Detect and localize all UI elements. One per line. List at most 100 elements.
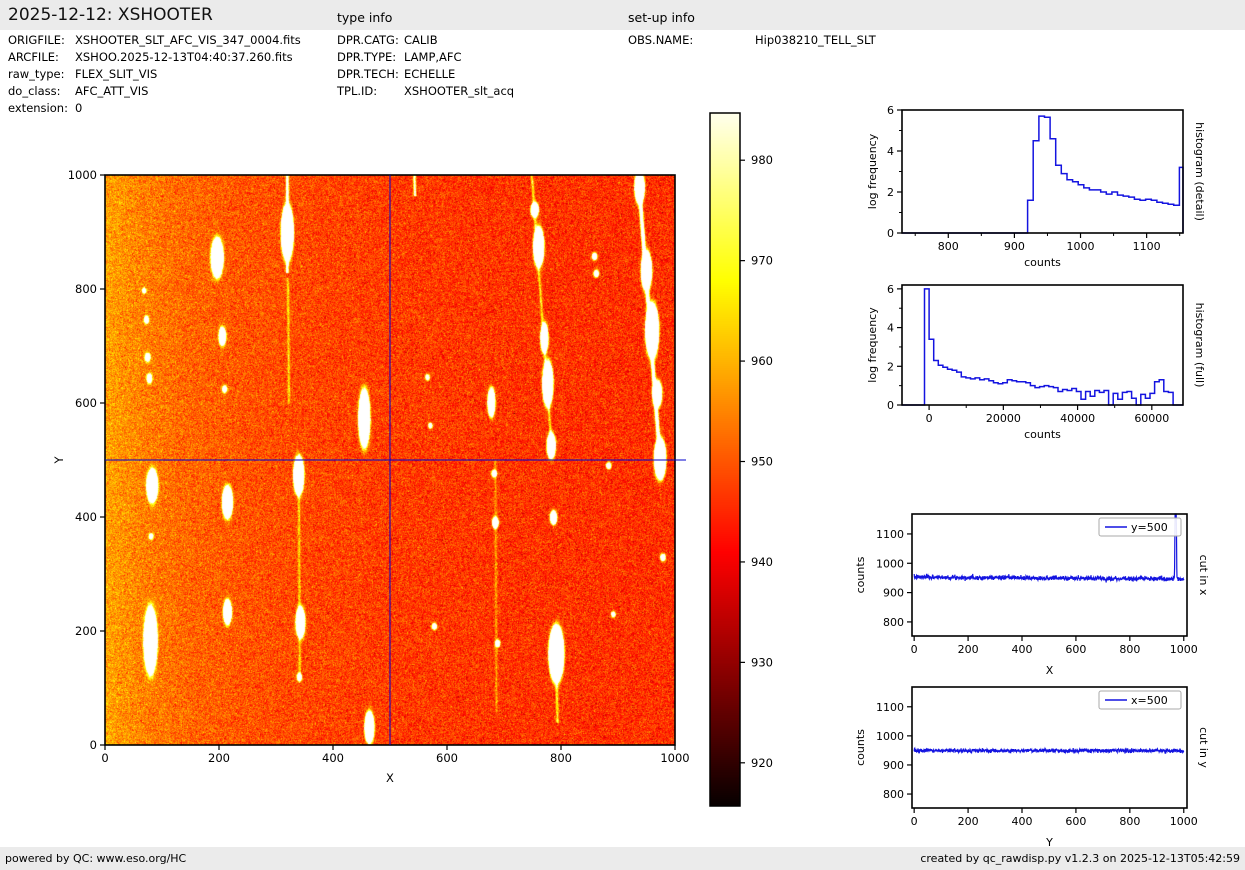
footer-created-by: created by qc_rawdisp.py v1.2.3 on 2025-…: [920, 852, 1240, 865]
x-tick-label: 400: [1012, 815, 1033, 828]
y-tick-label: 800: [883, 616, 904, 629]
axes-frame: [902, 285, 1183, 405]
y-tick-label: 1000: [876, 557, 904, 570]
y-axis-label: log frequency: [866, 133, 879, 209]
y-tick-label: 0: [887, 227, 894, 240]
x-tick-label: 400: [322, 751, 344, 765]
meta-row-dpr-tech: DPR.TECH: ECHELLE: [337, 67, 399, 82]
x-tick-label: 800: [1119, 815, 1140, 828]
hist-full-plot: 02000040000600000246countslog frequencyh…: [866, 283, 1206, 441]
legend-label: x=500: [1131, 694, 1168, 707]
meta-label: DPR.TYPE:: [337, 50, 396, 64]
meta-label: ARCFILE:: [8, 50, 59, 64]
meta-row-dpr-catg: DPR.CATG: CALIB: [337, 33, 399, 48]
page-title: 2025-12-12: XSHOOTER: [8, 5, 213, 25]
meta-value: FLEX_SLIT_VIS: [75, 67, 157, 81]
colorbar: [710, 113, 740, 806]
meta-row-do-class: do_class: AFC_ATT_VIS: [8, 84, 61, 99]
right-axis-label: histogram (detail): [1193, 122, 1206, 221]
y-tick-label: 6: [887, 283, 894, 296]
hist-detail-plot: 800900100011000246countslog frequencyhis…: [866, 104, 1206, 269]
meta-value: ECHELLE: [404, 67, 455, 81]
colorbar-tick-label: 980: [751, 153, 773, 167]
x-tick-label: 0: [926, 412, 933, 425]
x-tick-label: 20000: [986, 412, 1021, 425]
y-tick-label: 2: [887, 360, 894, 373]
section-label-type-info: type info: [337, 10, 392, 25]
meta-row-extension: extension: 0: [8, 101, 68, 116]
y-tick-label: 900: [883, 759, 904, 772]
y-tick-label: 4: [887, 322, 894, 335]
meta-row-origfile: ORIGFILE: XSHOOTER_SLT_AFC_VIS_347_0004.…: [8, 33, 65, 48]
y-tick-label: 1000: [876, 730, 904, 743]
histogram-step-line: [902, 116, 1183, 233]
y-axis-label: log frequency: [866, 307, 879, 383]
axes-frame: [912, 687, 1187, 808]
meta-label: extension:: [8, 101, 68, 115]
section-label-setup-info: set-up info: [628, 10, 695, 25]
x-tick-label: 40000: [1060, 412, 1095, 425]
x-tick-label: 1000: [660, 751, 689, 765]
x-tick-label: 800: [1119, 643, 1140, 656]
x-axis-label: counts: [1024, 428, 1061, 441]
meta-label: DPR.TECH:: [337, 67, 399, 81]
detector-image-heatmap: [105, 175, 675, 745]
y-axis-label: Y: [52, 456, 66, 465]
meta-value: XSHOOTER_SLT_AFC_VIS_347_0004.fits: [75, 33, 301, 47]
x-tick-label: 200: [958, 815, 979, 828]
x-axis-label: counts: [1024, 256, 1061, 269]
cut-y-plot: 0200400600800100080090010001100Ycountscu…: [854, 687, 1210, 849]
y-tick-label: 1100: [876, 528, 904, 541]
y-tick-label: 800: [883, 788, 904, 801]
x-tick-label: 600: [436, 751, 458, 765]
cut-x-plot: 0200400600800100080090010001100Xcountscu…: [854, 514, 1210, 677]
y-tick-label: 1100: [876, 701, 904, 714]
footer-powered-by: powered by QC: www.eso.org/HC: [5, 852, 186, 865]
y-tick-label: 900: [883, 587, 904, 600]
meta-value: Hip038210_TELL_SLT: [755, 33, 876, 47]
colorbar-tick-label: 970: [751, 254, 773, 268]
meta-label: DPR.CATG:: [337, 33, 399, 47]
meta-value: XSHOO.2025-12-13T04:40:37.260.fits: [75, 50, 293, 64]
y-axis-label: counts: [854, 729, 867, 766]
x-tick-label: 0: [911, 815, 918, 828]
colorbar-tick-label: 940: [751, 555, 773, 569]
y-tick-label: 600: [75, 396, 97, 410]
x-tick-label: 0: [101, 751, 108, 765]
meta-value: LAMP,AFC: [404, 50, 462, 64]
colorbar-tick-label: 930: [751, 655, 773, 669]
histogram-step-line: [902, 289, 1183, 405]
qc-report-page: 2025-12-12: XSHOOTER type info set-up in…: [0, 0, 1245, 870]
meta-label: do_class:: [8, 84, 61, 98]
legend-label: y=500: [1131, 521, 1168, 534]
y-tick-label: 0: [90, 738, 97, 752]
meta-value: CALIB: [404, 33, 438, 47]
y-tick-label: 2: [887, 186, 894, 199]
x-tick-label: 900: [1004, 240, 1025, 253]
meta-label: raw_type:: [8, 67, 65, 81]
x-tick-label: 400: [1012, 643, 1033, 656]
meta-value: AFC_ATT_VIS: [75, 84, 148, 98]
meta-row-tpl-id: TPL.ID: XSHOOTER_slt_acq: [337, 84, 377, 99]
cut-line: [914, 748, 1184, 753]
meta-row-obs-name: OBS.NAME: Hip038210_TELL_SLT: [628, 33, 693, 48]
legend-box: [1099, 518, 1181, 536]
colorbar-tick-label: 960: [751, 354, 773, 368]
x-tick-label: 1100: [1133, 240, 1161, 253]
y-tick-label: 800: [75, 282, 97, 296]
y-tick-label: 1000: [68, 168, 97, 182]
x-axis-label: X: [386, 771, 394, 785]
meta-label: OBS.NAME:: [628, 33, 693, 47]
x-tick-label: 600: [1065, 643, 1086, 656]
x-tick-label: 1000: [1170, 643, 1198, 656]
meta-label: TPL.ID:: [337, 84, 377, 98]
y-tick-label: 4: [887, 145, 894, 158]
x-tick-label: 0: [911, 643, 918, 656]
right-axis-label: histogram (full): [1193, 303, 1206, 388]
meta-row-dpr-type: DPR.TYPE: LAMP,AFC: [337, 50, 396, 65]
legend-box: [1099, 691, 1181, 709]
x-tick-label: 800: [938, 240, 959, 253]
y-tick-label: 400: [75, 510, 97, 524]
x-tick-label: 600: [1065, 815, 1086, 828]
y-tick-label: 0: [887, 399, 894, 412]
